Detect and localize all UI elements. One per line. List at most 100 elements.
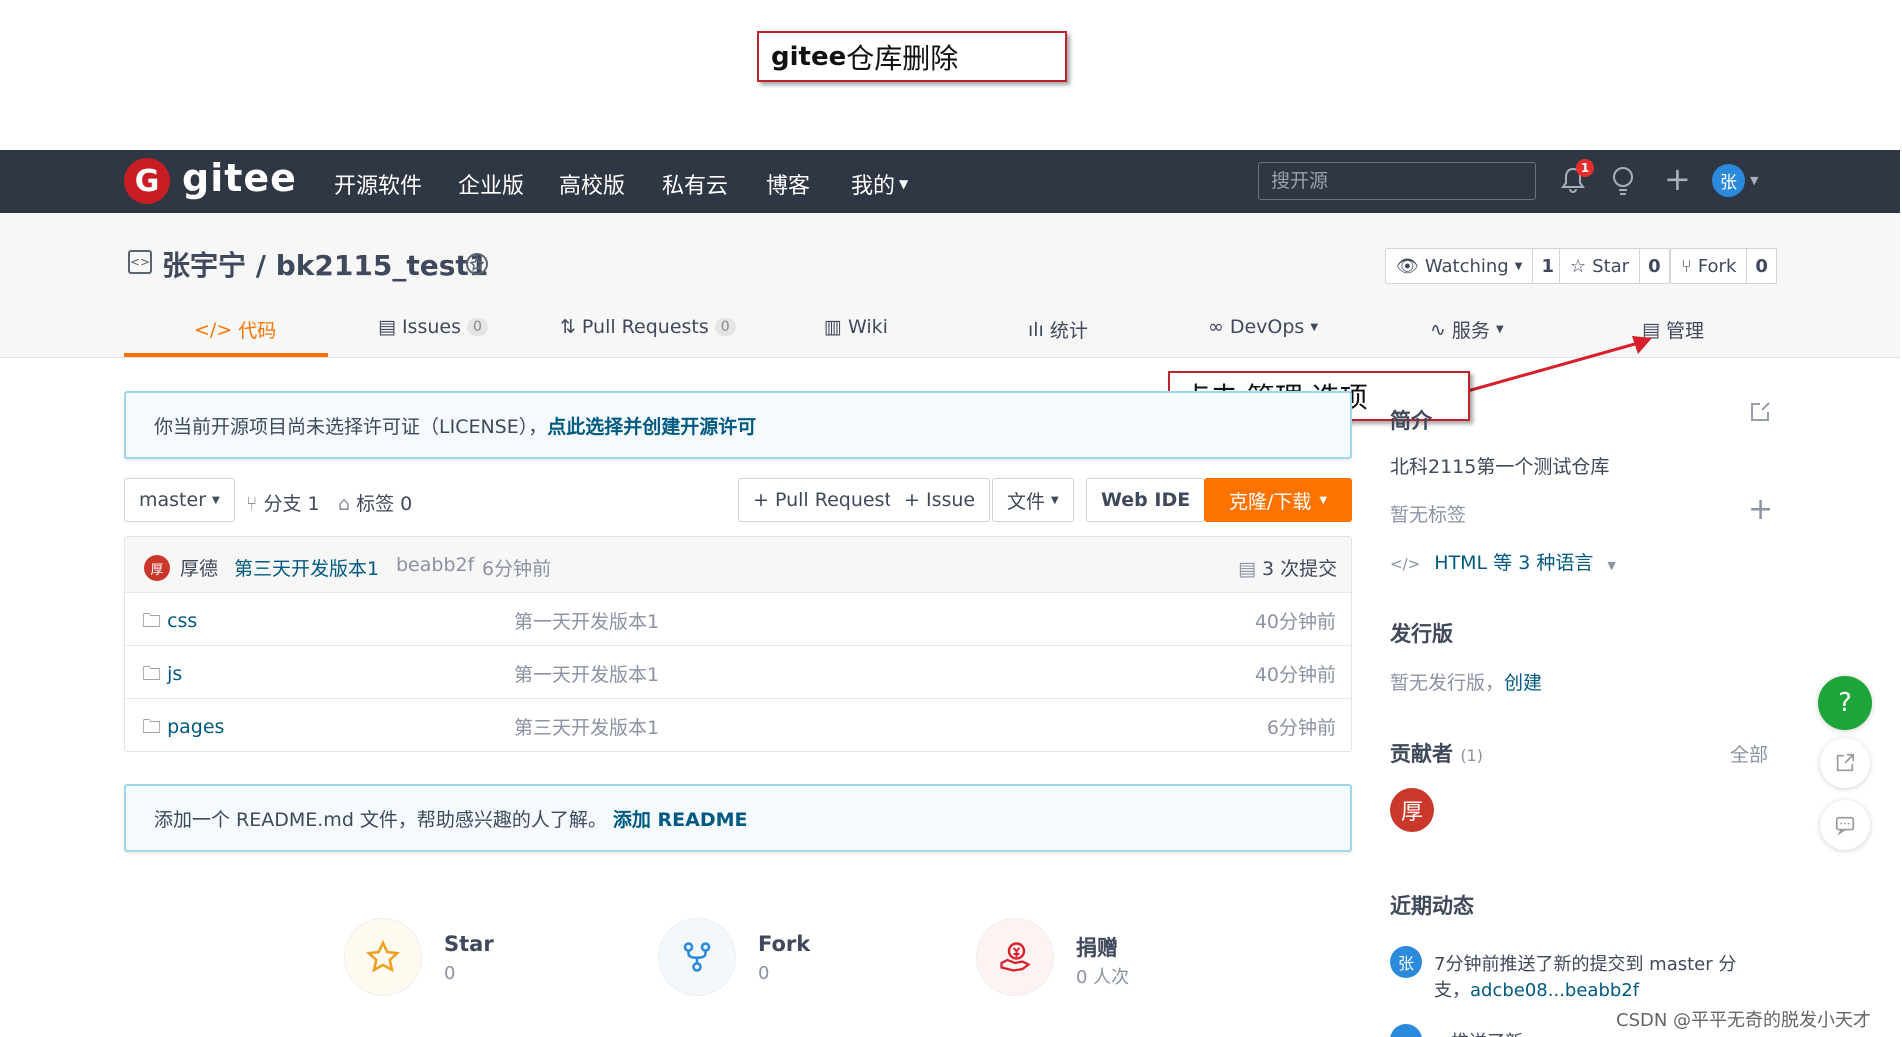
avatar-chevron-icon[interactable]: ▼ [1750,174,1758,187]
comment-icon[interactable] [1820,800,1870,850]
pulse-icon: ∿ [1430,318,1446,341]
file-name[interactable]: 🗀 css [142,607,197,639]
file-name[interactable]: 🗀 js [142,660,182,692]
tab-pull-requests[interactable]: ⇅ Pull Requests 0 [560,316,736,338]
issues-icon: ▤ [378,316,396,338]
share-icon[interactable] [1820,738,1870,788]
activity-commit-link[interactable]: adcbe08...beabb2f [1470,980,1639,1001]
languages-dropdown[interactable]: </> HTML 等 3 种语言 ▼ [1390,548,1616,575]
release-text-label: 暂无发行版， [1390,672,1505,694]
book-icon: ▥ [824,316,842,338]
plus-icon[interactable]: + [1664,160,1691,198]
tab-active-indicator [124,353,328,357]
commit-hash[interactable]: beabb2f [396,554,474,576]
bar-chart-icon: ılı [1028,318,1044,341]
commit-author-avatar[interactable]: 厚 [144,555,170,581]
footer-donate-value: 0 人次 [1076,967,1130,988]
contributors-count: (1) [1460,746,1483,765]
nav-link-mine-label: 我的 [851,174,896,199]
watch-label: Watching [1424,255,1509,277]
activity-line-2: 支，adcbe08...beabb2f [1434,976,1639,1002]
contributors-title-label: 贡献者 [1390,742,1453,766]
watch-button[interactable]: 👁 Watching ▼ 1 [1385,248,1563,284]
commit-message[interactable]: 第三天开发版本1 [234,554,379,581]
clone-download-button[interactable]: 克隆/下载 ▼ [1204,478,1352,522]
edit-icon[interactable] [1748,400,1772,428]
commit-count[interactable]: ▤ 3 次提交 [1238,554,1337,581]
footer-star-icon[interactable] [344,918,422,996]
nav-link-private-cloud[interactable]: 私有云 [662,168,728,200]
nav-link-mine[interactable]: 我的 ▼ [851,168,908,200]
tab-code[interactable]: </> 代码 [194,316,276,343]
activity-avatar-2[interactable] [1390,1024,1422,1037]
branches-label: 分支 1 [263,493,320,515]
file-commit-message[interactable]: 第一天开发版本1 [514,660,659,687]
tags-link[interactable]: ⌂ 标签 0 [338,489,412,516]
title-callout-brand: gitee [771,41,847,72]
branch-select[interactable]: master ▼ [124,478,235,522]
activity-avatar[interactable]: 张 [1390,946,1422,978]
chevron-down-icon: ▼ [1514,260,1523,272]
pull-request-icon: ⇅ [560,316,576,338]
commit-time: 6分钟前 [482,558,552,580]
file-commit-message[interactable]: 第三天开发版本1 [514,713,659,740]
file-dropdown[interactable]: 文件 ▼ [992,478,1074,522]
infinity-icon: ∞ [1208,316,1224,338]
chevron-down-icon: ▼ [1051,494,1059,506]
license-create-link[interactable]: 点此选择并创建开源许可 [547,412,756,439]
help-button[interactable]: ? [1818,676,1872,730]
award-icon[interactable] [464,252,490,284]
user-avatar[interactable]: 张 [1712,164,1745,197]
readme-notice: 添加一个 README.md 文件，帮助感兴趣的人了解。 添加 README [124,784,1352,852]
branches-link[interactable]: ⑂ 分支 1 [246,489,320,516]
nav-link-opensource[interactable]: 开源软件 [334,168,422,200]
nav-link-blog[interactable]: 博客 [766,168,810,200]
add-readme-link[interactable]: 添加 README [613,805,748,832]
chevron-down-icon: ▼ [899,177,909,191]
fork-button[interactable]: ⑂ Fork 0 [1670,248,1777,284]
contributors-all-link[interactable]: 全部 [1730,740,1768,767]
commit-count-label: 3 次提交 [1262,558,1338,580]
footer-donate-label: 捐赠 [1076,936,1118,960]
file-time: 40分钟前 [1254,611,1336,633]
activity-title: 近期动态 [1390,894,1474,918]
star-icon: ☆ [1570,255,1587,277]
nav-link-university[interactable]: 高校版 [559,168,625,200]
clone-label: 克隆/下载 [1228,490,1312,513]
web-ide-button[interactable]: Web IDE [1086,478,1206,522]
pull-request-button[interactable]: + Pull Request [738,478,907,522]
footer-star-label: Star [444,932,494,956]
file-row[interactable]: 🗀 css 第一天开发版本1 40分钟前 [124,592,1352,645]
lightbulb-icon[interactable] [1610,166,1636,203]
add-tag-icon[interactable]: + [1748,492,1773,527]
issue-button[interactable]: + Issue [890,478,991,522]
tab-wiki[interactable]: ▥ Wiki [824,316,888,338]
chevron-down-icon: ▼ [1607,559,1616,572]
file-row[interactable]: 🗀 js 第一天开发版本1 40分钟前 [124,645,1352,698]
create-release-link[interactable]: 创建 [1504,672,1542,694]
code-icon: </> [1390,555,1421,573]
file-commit-message[interactable]: 第一天开发版本1 [514,607,659,634]
tab-issues[interactable]: ▤ Issues 0 [378,316,488,338]
contributor-avatar[interactable]: 厚 [1390,788,1434,832]
sidebar-intro-title: 简介 [1390,409,1432,433]
commits-icon: ▤ [1238,558,1256,580]
gitee-logo-icon[interactable]: G [124,158,170,204]
file-row[interactable]: 🗀 pages 第三天开发版本1 6分钟前 [124,698,1352,751]
search-input[interactable]: 搜开源 [1258,162,1536,200]
nav-link-enterprise[interactable]: 企业版 [458,168,524,200]
commit-author[interactable]: 厚德 [180,554,218,581]
footer-donate-icon[interactable] [976,918,1054,996]
repo-code-icon: <> [128,250,152,274]
footer-fork-icon[interactable] [658,918,736,996]
file-name[interactable]: 🗀 pages [142,713,224,745]
tab-stats[interactable]: ılı 统计 [1028,316,1088,343]
license-notice: 你当前开源项目尚未选择许可证（LICENSE）， 点此选择并创建开源许可 [124,391,1352,459]
gitee-logo-text[interactable]: gitee [182,156,297,200]
star-button[interactable]: ☆ Star 0 [1559,248,1670,284]
repo-title[interactable]: 张宇宁 / bk2115_test1 [162,244,488,284]
tab-devops[interactable]: ∞ DevOps ▼ [1208,316,1318,338]
folder-icon: 🗀 [142,663,162,685]
star-label: Star [1592,255,1630,277]
tab-code-label: 代码 [238,320,277,342]
